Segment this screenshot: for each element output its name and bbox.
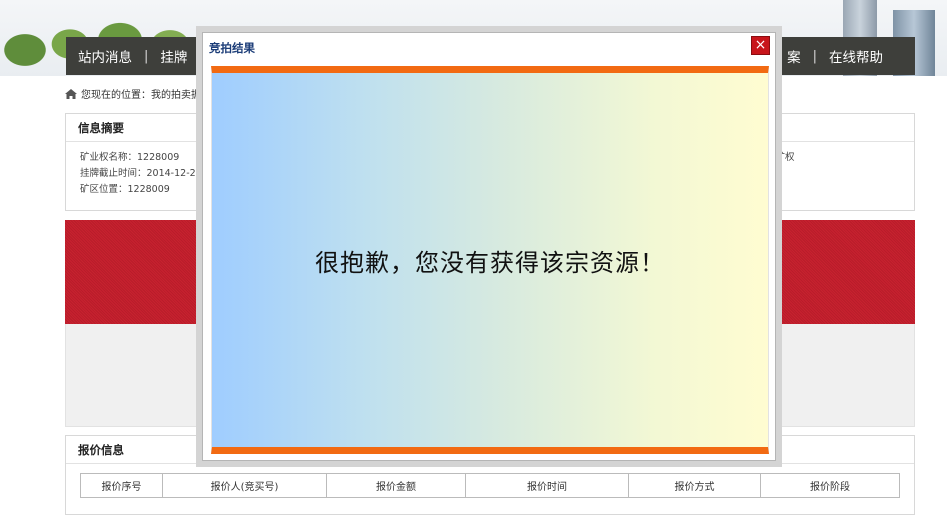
bid-col-amount: 报价金额	[327, 474, 466, 497]
auction-result-dialog: 竞拍结果 × 很抱歉，您没有获得该宗资源！	[196, 26, 782, 467]
bid-col-bidder: 报价人(竞买号)	[163, 474, 327, 497]
bid-col-time: 报价时间	[466, 474, 629, 497]
dialog-body: 很抱歉，您没有获得该宗资源！	[211, 66, 769, 454]
result-message: 很抱歉，您没有获得该宗资源！	[315, 249, 665, 277]
close-button[interactable]: ×	[751, 36, 770, 55]
close-icon: ×	[754, 37, 767, 53]
home-icon	[65, 88, 77, 99]
dialog-frame: 竞拍结果 × 很抱歉，您没有获得该宗资源！	[202, 32, 776, 461]
bid-col-seq: 报价序号	[81, 474, 163, 497]
nav-item-listing[interactable]: 挂牌	[148, 46, 199, 66]
nav-item-help[interactable]: 在线帮助	[817, 46, 895, 66]
bid-col-method: 报价方式	[629, 474, 761, 497]
bid-col-stage: 报价阶段	[810, 482, 850, 493]
bid-table-header: 报价序号 报价人(竞买号) 报价金额 报价时间 报价方式 报价阶段	[80, 473, 900, 498]
breadcrumb-text: 您现在的位置：我的拍卖据	[81, 90, 201, 101]
nav-item-messages[interactable]: 站内消息	[66, 46, 144, 66]
dialog-title: 竞拍结果	[209, 40, 255, 55]
breadcrumb: 您现在的位置：我的拍卖据	[65, 86, 201, 101]
